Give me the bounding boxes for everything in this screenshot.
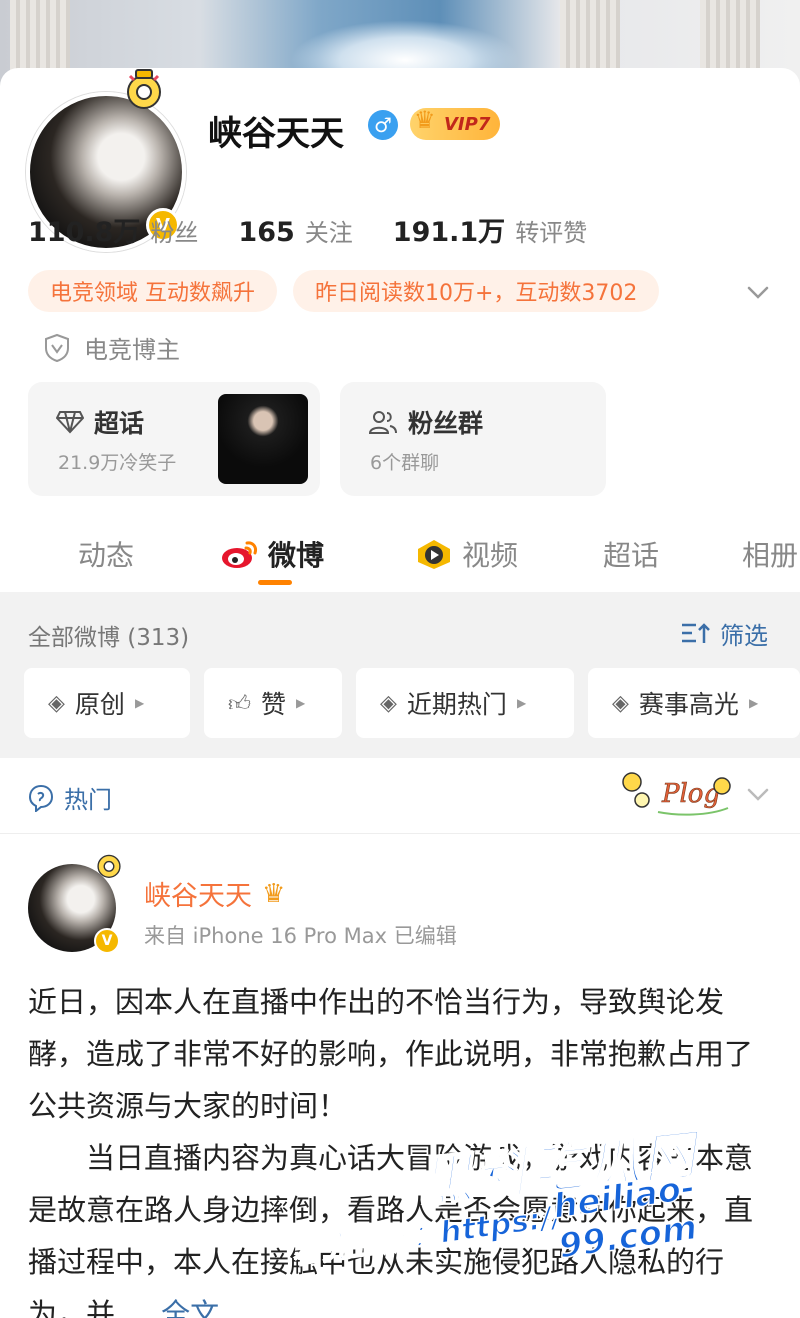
profile-username: 峡谷天天 (208, 114, 344, 154)
caret-right-icon: ▶ (516, 696, 527, 710)
supertopic-thumbnail (218, 394, 308, 484)
filter-label: 筛选 (720, 622, 768, 650)
caret-right-icon: ▶ (296, 696, 306, 710)
cover-wave (290, 20, 520, 70)
fangroup-label: 粉丝群 (408, 409, 484, 438)
verified-badge: V (94, 928, 120, 954)
weibo-filter-area: 全部微博 (313) 筛选 ◈ 原创 ▶ 👍︎ 赞 ▶ ◈ 近期热门 ▶ ◈ 赛… (0, 592, 800, 758)
vip-badge[interactable]: ♛ VIP7 (410, 106, 501, 140)
tab-dynamics[interactable]: 动态 (78, 534, 134, 574)
tab-label: 微博 (268, 539, 325, 572)
stat-number: 191.1万 (392, 217, 506, 248)
chip-label: 赞 (261, 690, 287, 719)
profile-tabs: 动态 微博 视频 超话 相册 (0, 526, 800, 594)
author-name-text: 峡谷天天 (144, 881, 252, 912)
certification-row: 电竞博主 (44, 330, 180, 365)
fangroup-count: 6个群聊 (370, 452, 440, 474)
tab-album[interactable]: 相册 (742, 534, 798, 574)
certification-label: 电竞博主 (84, 336, 180, 364)
caret-right-icon: ▶ (134, 696, 145, 710)
tab-weibo[interactable]: 微博 (220, 534, 324, 574)
chip-label: 近期热门 (406, 690, 507, 719)
supertopic-label: 超话 (94, 409, 145, 438)
tab-label: 视频 (462, 539, 519, 572)
tab-label: 动态 (78, 539, 135, 572)
chip-liked[interactable]: 👍︎ 赞 ▶ (204, 668, 342, 738)
layers-icon: ◈ (380, 690, 397, 716)
avatar-pendant-icon (97, 854, 121, 878)
crown-icon: ♛ (262, 878, 286, 909)
vip-label: VIP7 (444, 113, 491, 135)
tab-video[interactable]: 视频 (414, 534, 518, 574)
group-icon (368, 411, 397, 434)
chevron-down-icon[interactable] (744, 780, 772, 808)
chip-label: 赛事高光 (638, 690, 739, 719)
stat-following[interactable]: 165 关注 (238, 213, 352, 248)
stat-label: 转评赞 (515, 219, 588, 247)
hot-text: 热门 (64, 786, 112, 814)
all-weibo-count[interactable]: 全部微博 (313) (28, 618, 189, 652)
stat-followers[interactable]: 110.8万 粉丝 (28, 210, 198, 249)
filter-icon (682, 622, 710, 643)
chevron-down-icon[interactable] (744, 278, 772, 306)
supertopic-card[interactable]: 超话 21.9万冷笑子 (28, 382, 320, 496)
chip-original[interactable]: ◈ 原创 ▶ (24, 668, 190, 738)
tab-label: 超话 (603, 539, 660, 572)
profile-tags: 电竞领域 互动数飙升 昨日阅读数10万+，互动数3702 (28, 270, 660, 312)
stat-interactions[interactable]: 191.1万 转评赞 (393, 210, 587, 249)
fangroup-card[interactable]: 粉丝群 6个群聊 (340, 382, 606, 496)
post-paragraph: 近日，因本人在直播中作出的不恰当行为，导致舆论发酵，造成了非常不好的影响，作此说… (28, 985, 754, 1123)
diamond-icon (56, 411, 84, 434)
plog-sticker-text: Plog (661, 779, 720, 809)
stat-number: 110.8万 (28, 217, 141, 248)
supertopic-title: 超话 (56, 404, 144, 440)
chip-match-highlights[interactable]: ◈ 赛事高光 ▶ (588, 668, 800, 738)
crown-icon: ♛ (414, 106, 436, 134)
avatar-pendant-icon (127, 69, 161, 109)
post-author-name[interactable]: 峡谷天天 ♛ (144, 874, 285, 913)
profile-stats: 110.8万 粉丝 165 关注 191.1万 转评赞 (28, 210, 587, 249)
stat-number: 165 (238, 217, 295, 248)
post-author-avatar[interactable]: V (28, 854, 121, 954)
layers-icon: ◈ (612, 690, 629, 716)
stat-label: 粉丝 (150, 219, 199, 247)
plog-sticker-icon: Plog (622, 772, 731, 816)
tab-supertopic[interactable]: 超话 (603, 534, 659, 574)
hot-label[interactable]: 热门 (28, 780, 112, 815)
active-tab-indicator (258, 580, 292, 585)
video-play-icon (418, 540, 450, 569)
weibo-logo-icon (222, 541, 257, 568)
layers-icon: ◈ (48, 690, 65, 716)
chip-label: 原创 (74, 690, 125, 719)
shield-icon (45, 333, 69, 362)
tab-label: 相册 (742, 539, 799, 572)
male-icon: ♂ (368, 110, 398, 140)
hot-section-header: 热门 Plog (0, 758, 800, 834)
thumbs-up-icon: 👍︎ (228, 691, 251, 717)
filter-button[interactable]: 筛选 (680, 616, 768, 651)
profile-tag[interactable]: 昨日阅读数10万+，互动数3702 (293, 270, 660, 312)
supertopic-count: 21.9万冷笑子 (58, 452, 177, 474)
profile-tag[interactable]: 电竞领域 互动数飙升 (28, 270, 277, 312)
fangroup-title: 粉丝群 (368, 404, 483, 440)
read-more-link[interactable]: 全文 (161, 1297, 219, 1318)
chip-recent-hot[interactable]: ◈ 近期热门 ▶ (356, 668, 574, 738)
caret-right-icon: ▶ (748, 696, 759, 710)
hot-speech-icon (28, 784, 54, 812)
stat-label: 关注 (304, 219, 353, 247)
post-source-meta: 来自 iPhone 16 Pro Max 已编辑 (144, 924, 457, 948)
